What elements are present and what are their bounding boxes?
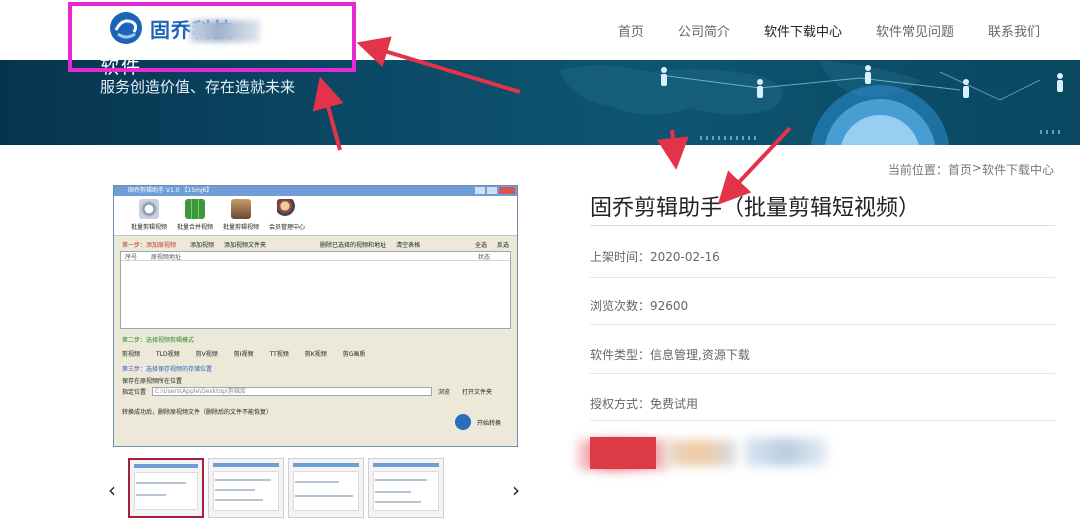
preview-add-video: 添加视频 bbox=[190, 241, 215, 249]
preview-save-option1-row: 保存在原视频所在位置 bbox=[114, 374, 517, 386]
breadcrumb-current-link[interactable]: 软件下载中心 bbox=[982, 161, 1054, 178]
main-nav: 首页 公司简介 软件下载中心 软件常见问题 联系我们 bbox=[584, 0, 1040, 60]
info-label: 软件类型： bbox=[590, 348, 651, 362]
minimize-icon bbox=[475, 187, 485, 194]
preview-list-header: 序号 原视频地址 状态 bbox=[121, 252, 510, 261]
preview-mode-option: 剪I视频 bbox=[233, 351, 254, 358]
info-release-date: 上架时间：2020-02-16 bbox=[590, 248, 1055, 278]
chevron-right-icon[interactable]: › bbox=[512, 478, 520, 502]
nav-company-intro[interactable]: 公司简介 bbox=[678, 21, 730, 40]
hero-banner: 软件 服务创造价值、存在造就未来 bbox=[0, 60, 1080, 145]
breadcrumb-prefix: 当前位置： bbox=[887, 163, 948, 177]
preview-delete-selected: 删除已选择的视频和地址 bbox=[320, 241, 387, 249]
maximize-icon bbox=[487, 187, 497, 194]
info-value: 免费试用 bbox=[650, 397, 699, 411]
thumbnail-item[interactable] bbox=[368, 458, 444, 518]
nav-contact[interactable]: 联系我们 bbox=[988, 21, 1040, 40]
title-divider bbox=[590, 225, 1055, 226]
preview-step1-row: 第一步：添加原视频 添加视频 添加视频文件夹 删除已选择的视频和地址 清空表格 … bbox=[114, 238, 517, 250]
preview-save-option1: 保存在原视频所在位置 bbox=[122, 377, 183, 385]
preview-clear-table: 清空表格 bbox=[396, 241, 421, 249]
preview-window-titlebar: 固乔剪辑助手 V1.0 【15mj6】 bbox=[114, 186, 517, 196]
start-convert-icon bbox=[454, 414, 471, 430]
info-views: 浏览次数：92600 bbox=[590, 297, 1055, 325]
portrait-icon bbox=[231, 199, 251, 219]
preview-tool: 批量剪辑视频 bbox=[218, 196, 264, 235]
preview-start-area: 开始转换 bbox=[454, 414, 501, 430]
info-label: 浏览次数： bbox=[590, 299, 651, 313]
preview-tool-label: 批量剪辑视频 bbox=[222, 224, 259, 231]
preview-browse: 浏览 bbox=[438, 389, 451, 396]
thumbnail-item[interactable] bbox=[128, 458, 204, 518]
preview-video-list: 序号 原视频地址 状态 bbox=[120, 251, 511, 329]
preview-select-all: 全选 bbox=[474, 241, 487, 249]
blurred-button-tertiary bbox=[745, 438, 827, 466]
preview-mode-option: 剪V视频 bbox=[195, 351, 218, 358]
preview-col-path: 原视频地址 bbox=[151, 254, 182, 261]
info-label: 上架时间： bbox=[590, 250, 651, 264]
preview-open-folder: 打开文件夹 bbox=[462, 389, 493, 396]
info-license: 授权方式：免费试用 bbox=[590, 395, 1055, 421]
nav-home[interactable]: 首页 bbox=[618, 21, 644, 40]
breadcrumb-home-link[interactable]: 首页 bbox=[948, 161, 972, 178]
preview-mode-option: 剪视频 bbox=[122, 351, 141, 358]
preview-tool: 批量剪辑视频 bbox=[126, 196, 172, 235]
preview-mode-options: 剪视频 TLD视频 剪V视频 剪I视频 TT视频 剪K视频 剪G画质 bbox=[114, 345, 517, 362]
download-button[interactable] bbox=[590, 437, 656, 469]
breadcrumb-separator: > bbox=[971, 161, 982, 175]
preview-mode-option: TT视频 bbox=[269, 351, 289, 358]
chevron-left-icon[interactable]: ‹ bbox=[108, 478, 116, 502]
screenshot-thumbnails bbox=[128, 458, 448, 518]
preview-mode-option: 剪G画质 bbox=[342, 351, 366, 358]
thumbnail-item[interactable] bbox=[288, 458, 364, 518]
preview-start-label: 开始转换 bbox=[476, 419, 501, 427]
blurred-button-secondary bbox=[666, 440, 736, 466]
preview-step1-label: 第一步：添加原视频 bbox=[122, 241, 177, 249]
preview-tool-label: 批量剪辑视频 bbox=[130, 224, 167, 231]
preview-invert-select: 反选 bbox=[496, 241, 509, 249]
info-value: 92600 bbox=[650, 299, 689, 313]
preview-step2-label: 第二步：选择视频剪辑模式 bbox=[122, 336, 195, 344]
annotation-highlight-box bbox=[68, 2, 356, 72]
nav-software-faq[interactable]: 软件常见问题 bbox=[876, 21, 954, 40]
thumbnail-item[interactable] bbox=[208, 458, 284, 518]
banner-subtitle: 服务创造价值、存在造就未来 bbox=[100, 78, 296, 96]
members-icon bbox=[277, 199, 297, 219]
world-map-illustration bbox=[560, 60, 1063, 145]
software-screenshot-preview[interactable]: 固乔剪辑助手 V1.0 【15mj6】 批量剪辑视频 批量合并视频 批量剪辑视频… bbox=[113, 185, 518, 447]
preview-mode-option: 剪K视频 bbox=[304, 351, 327, 358]
preview-tool: 会员管理中心 bbox=[264, 196, 310, 235]
nav-software-download[interactable]: 软件下载中心 bbox=[764, 21, 842, 40]
preview-add-folder: 添加视频文件夹 bbox=[224, 241, 267, 249]
preview-step2-row: 第二步：选择视频剪辑模式 bbox=[114, 333, 517, 345]
merge-video-icon bbox=[185, 199, 205, 219]
info-value: 信息管理,资源下载 bbox=[650, 348, 750, 362]
preview-toolbar: 批量剪辑视频 批量合并视频 批量剪辑视频 会员管理中心 bbox=[114, 196, 517, 236]
preview-save-path-row: 指定位置 C:\Users\Apple\Desktop\剪辑库 浏览 打开文件夹 bbox=[114, 386, 517, 397]
info-value: 2020-02-16 bbox=[650, 250, 720, 264]
preview-col-status: 状态 bbox=[477, 254, 490, 261]
preview-tool-label: 批量合并视频 bbox=[176, 224, 213, 231]
preview-delete-after: 转换成功后，删除原视频文件（删除后的文件不能恢复） bbox=[122, 408, 273, 416]
preview-save-option2: 指定位置 bbox=[122, 389, 147, 396]
preview-mode-option: TLD视频 bbox=[156, 351, 180, 358]
preview-tool-label: 会员管理中心 bbox=[268, 224, 305, 231]
preview-save-path: C:\Users\Apple\Desktop\剪辑库 bbox=[152, 387, 433, 396]
preview-step3-row: 第三步：选择保存视频的存储位置 bbox=[114, 362, 517, 374]
preview-window-buttons bbox=[473, 187, 515, 194]
product-title: 固乔剪辑助手（批量剪辑短视频） bbox=[590, 196, 921, 221]
preview-window-title: 固乔剪辑助手 V1.0 【15mj6】 bbox=[128, 187, 213, 194]
close-icon bbox=[499, 187, 515, 194]
info-software-type: 软件类型：信息管理,资源下载 bbox=[590, 346, 1055, 374]
breadcrumb: 当前位置： 首页 > 软件下载中心 bbox=[888, 161, 1054, 178]
preview-tool: 批量合并视频 bbox=[172, 196, 218, 235]
info-label: 授权方式： bbox=[590, 397, 651, 411]
film-reel-icon bbox=[139, 199, 159, 219]
preview-step3-label: 第三步：选择保存视频的存储位置 bbox=[122, 365, 213, 373]
preview-col-index: 序号 bbox=[125, 254, 138, 261]
